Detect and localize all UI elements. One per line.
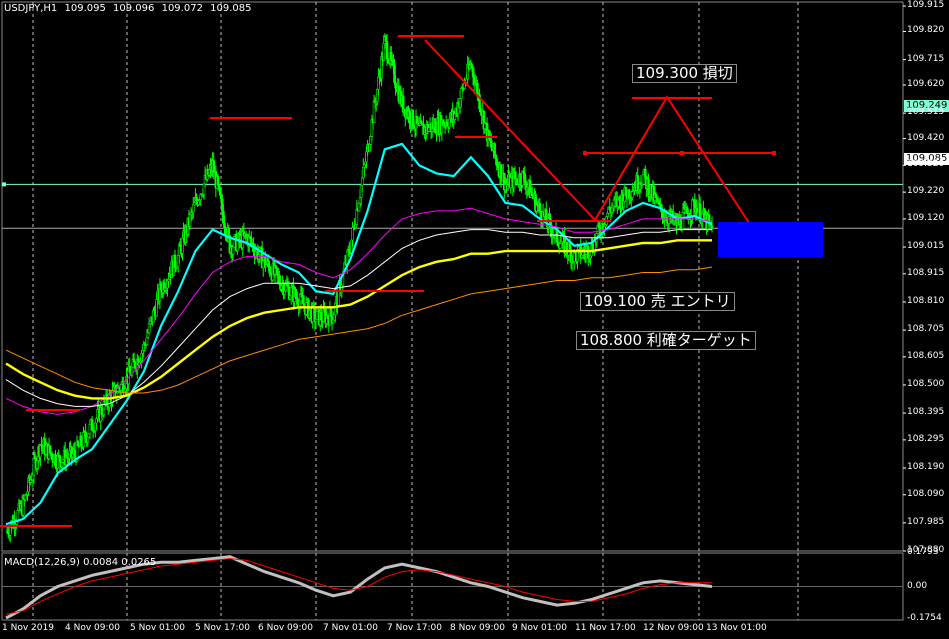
y-tick-label: 108.395	[907, 407, 945, 418]
high-value: 109.096	[113, 3, 155, 14]
line-handle	[583, 151, 587, 155]
chart-header: USDJPY,H1 109.095 109.096 109.072 109.08…	[4, 3, 255, 14]
y-tick-label: 108.090	[907, 488, 945, 499]
candle-body	[411, 109, 415, 127]
y-tick-label: 107.985	[907, 516, 945, 527]
x-tick-label: 5 Nov 17:00	[195, 623, 250, 633]
y-tick-label: 109.420	[907, 132, 945, 143]
candle-body	[710, 225, 714, 228]
x-tick-label: 5 Nov 01:00	[130, 623, 185, 633]
low-value: 109.072	[161, 3, 203, 14]
candle-body	[191, 204, 195, 213]
x-tick-label: 8 Nov 09:00	[450, 623, 505, 633]
x-tick-label: 13 Nov 01:00	[706, 623, 767, 633]
y-tick-label: 109.715	[907, 53, 945, 64]
candle-body	[499, 164, 503, 182]
candle-body	[58, 455, 62, 463]
close-value: 109.085	[210, 3, 252, 14]
y-tick-label: 108.190	[907, 461, 945, 472]
macd-tick-label: -0.1754	[907, 613, 942, 624]
candle-body	[631, 191, 634, 198]
candle-body	[654, 194, 658, 198]
price-chart[interactable]	[0, 0, 949, 639]
y-tick-label: 109.320	[907, 159, 945, 170]
candle-body	[44, 445, 48, 455]
line-handle	[772, 151, 776, 155]
candle-body	[408, 110, 411, 124]
macd-label: MACD(12,26,9) 0.0084 0.0265	[4, 557, 157, 568]
candle-body	[227, 227, 231, 237]
candle-body	[314, 319, 318, 322]
stop-loss-annotation: 109.300 損切	[632, 64, 737, 83]
ma-line	[5, 239, 712, 400]
y-tick-label: 109.620	[907, 79, 945, 90]
entry-annotation: 109.100 売 エントリ	[580, 292, 735, 311]
y-tick-label: 108.295	[907, 433, 945, 444]
x-tick-label: 6 Nov 09:00	[258, 623, 313, 633]
y-tick-label: 108.605	[907, 350, 945, 361]
y-tick-label: 109.120	[907, 212, 945, 223]
level-line-handle	[2, 182, 6, 187]
x-tick-label: 12 Nov 09:00	[643, 623, 704, 633]
chart-window[interactable]: USDJPY,H1 109.095 109.096 109.072 109.08…	[0, 0, 949, 639]
candle-body	[216, 176, 220, 186]
macd-tick-label: 0.1793	[907, 547, 939, 558]
x-tick-label: 4 Nov 09:00	[65, 623, 120, 633]
candle-body	[86, 436, 90, 443]
take-profit-annotation: 108.800 利確ターゲット	[576, 331, 756, 350]
x-tick-label: 7 Nov 17:00	[387, 623, 442, 633]
candle-body	[329, 307, 333, 317]
ma-line	[5, 207, 713, 415]
y-tick-label: 108.915	[907, 267, 945, 278]
x-tick-label: 1 Nov 2019	[2, 623, 54, 633]
candle-body	[302, 303, 306, 307]
ma-line	[5, 229, 712, 407]
open-value: 109.095	[64, 3, 106, 14]
candle-body	[493, 143, 496, 156]
x-tick-label: 7 Nov 01:00	[323, 623, 378, 633]
line-handle	[680, 151, 684, 155]
candle-body	[331, 319, 335, 324]
y-tick-label: 108.500	[907, 378, 945, 389]
target-zone-box	[718, 222, 823, 257]
symbol-label: USDJPY,H1	[4, 3, 58, 14]
y-tick-label: 108.810	[907, 295, 945, 306]
candle-body	[643, 168, 647, 177]
y-tick-label: 109.515	[907, 107, 945, 118]
candle-body	[289, 287, 293, 297]
y-tick-label: 108.705	[907, 324, 945, 335]
candle-body	[538, 202, 542, 212]
candle-body	[48, 445, 52, 454]
y-tick-label: 109.915	[907, 0, 945, 11]
macd-tick-label: 0.00	[907, 580, 928, 591]
x-tick-label: 9 Nov 01:00	[512, 623, 567, 633]
x-tick-label: 11 Nov 17:00	[575, 623, 636, 633]
candle-body	[558, 243, 562, 249]
candle-body	[181, 237, 184, 254]
y-tick-label: 109.015	[907, 241, 945, 252]
y-tick-label: 109.220	[907, 186, 945, 197]
main-plot-frame	[1, 1, 904, 552]
y-tick-label: 109.820	[907, 25, 945, 36]
